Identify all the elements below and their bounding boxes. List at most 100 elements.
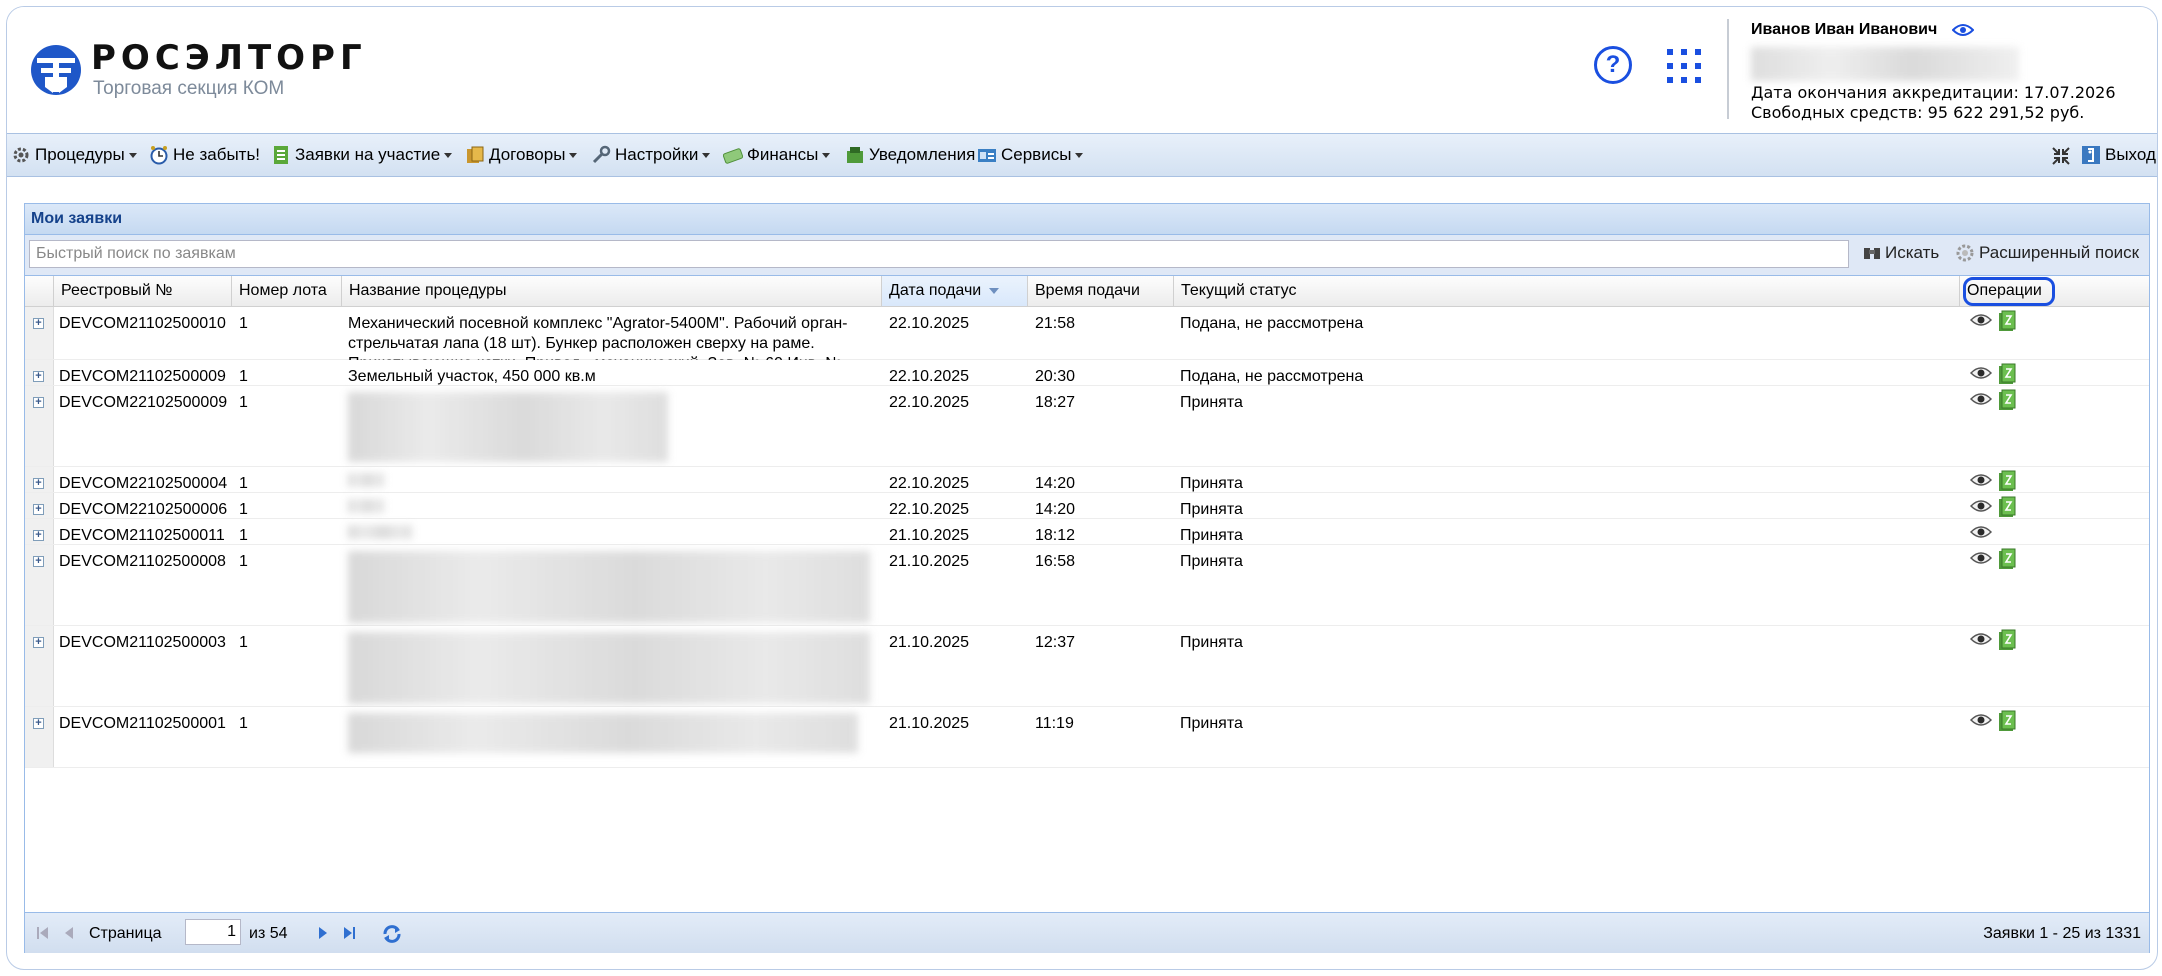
view-eye-icon[interactable] <box>1970 392 1992 406</box>
menu-reminders[interactable]: Не забыть! <box>149 144 260 166</box>
quick-search-input[interactable] <box>29 240 1849 268</box>
page-number-input[interactable] <box>185 919 241 945</box>
view-eye-icon[interactable] <box>1970 473 1992 487</box>
menu-procedures-label: Процедуры <box>35 145 125 164</box>
view-eye-icon[interactable] <box>1970 525 1992 539</box>
notification-icon <box>847 147 863 163</box>
cell-registry-number: DEVCOM22102500004 <box>59 475 228 492</box>
application-document-icon[interactable] <box>1997 548 2017 570</box>
expand-row-icon[interactable]: + <box>33 530 44 541</box>
row-marker <box>25 307 54 359</box>
menu-services[interactable]: Сервисы <box>977 144 1084 166</box>
cell-lot-number: 1 <box>239 527 248 544</box>
collapse-icon[interactable] <box>2051 146 2071 166</box>
col-procedure-name[interactable]: Название процедуры <box>341 276 881 306</box>
contracts-icon <box>467 146 484 163</box>
application-document-icon[interactable] <box>1997 629 2017 651</box>
cell-submission-date: 22.10.2025 <box>889 368 970 385</box>
view-eye-icon[interactable] <box>1970 551 1992 565</box>
expand-row-icon[interactable]: + <box>33 318 44 329</box>
cell-submission-date: 21.10.2025 <box>889 527 970 544</box>
cell-registry-number: DEVCOM21102500008 <box>59 553 226 570</box>
chevron-down-icon <box>444 152 453 158</box>
menu-settings[interactable]: Настройки <box>591 144 711 166</box>
table-row[interactable]: + DEVCOM21102500008 1 21.10.2025 16:58 Принят… <box>25 545 2149 626</box>
cell-lot-number: 1 <box>239 315 248 332</box>
menu-contracts[interactable]: Договоры <box>465 144 578 166</box>
view-eye-icon[interactable] <box>1970 313 1992 327</box>
application-document-icon[interactable] <box>1997 310 2017 332</box>
cell-submission-date: 22.10.2025 <box>889 315 970 332</box>
expand-row-icon[interactable]: + <box>33 637 44 648</box>
expand-row-icon[interactable]: + <box>33 397 44 408</box>
expand-row-icon[interactable]: + <box>33 718 44 729</box>
table-row[interactable]: + DEVCOM21102500009 1 Земельный участок, 45… <box>25 360 2149 386</box>
table-row[interactable]: + DEVCOM22102500004 1 22.10.2025 14:20 Принят… <box>25 467 2149 493</box>
table-row[interactable]: + DEVCOM21102500011 1 21.10.2025 18:12 Принят… <box>25 519 2149 545</box>
cell-lot-number: 1 <box>239 634 248 651</box>
apps-grid-icon[interactable] <box>1667 49 1703 85</box>
gear-icon <box>1956 244 1974 262</box>
view-eye-icon[interactable] <box>1970 713 1992 727</box>
menu-procedures[interactable]: Процедуры <box>11 144 137 166</box>
expand-row-icon[interactable]: + <box>33 371 44 382</box>
advanced-search-label: Расширенный поиск <box>1979 243 2140 262</box>
expand-row-icon[interactable]: + <box>33 478 44 489</box>
view-eye-icon[interactable] <box>1970 632 1992 646</box>
search-button[interactable]: Искать <box>1863 243 1939 263</box>
cell-submission-date: 21.10.2025 <box>889 715 970 732</box>
application-document-icon[interactable] <box>1997 363 2017 385</box>
col-submission-date[interactable]: Дата подачи <box>881 276 1027 306</box>
procedure-name-redacted <box>348 632 870 704</box>
show-profile-eye-icon[interactable] <box>1951 23 1974 37</box>
user-organization-redacted <box>1751 47 2019 81</box>
cell-lot-number: 1 <box>239 553 248 570</box>
next-page-icon[interactable] <box>315 925 331 941</box>
col-registry-number[interactable]: Реестровый № <box>53 276 231 306</box>
menu-settings-label: Настройки <box>615 145 699 164</box>
application-document-icon[interactable] <box>1997 389 2017 411</box>
records-summary: Заявки 1 - 25 из 1331 <box>1983 925 2141 942</box>
table-row[interactable]: + DEVCOM22102500009 1 22.10.2025 18:27 Принят… <box>25 386 2149 467</box>
menu-finance[interactable]: Финансы <box>723 144 831 166</box>
table-row[interactable]: + DEVCOM21102500001 1 21.10.2025 11:19 Принят… <box>25 707 2149 768</box>
menu-notifications[interactable]: Уведомления <box>845 144 975 166</box>
application-document-icon[interactable] <box>1997 470 2017 492</box>
cell-submission-date: 22.10.2025 <box>889 501 970 518</box>
expand-row-icon[interactable]: + <box>33 504 44 515</box>
view-eye-icon[interactable] <box>1970 499 1992 513</box>
cell-lot-number: 1 <box>239 368 248 385</box>
services-icon <box>978 149 996 162</box>
cell-status: Принята <box>1180 527 1243 544</box>
cell-lot-number: 1 <box>239 501 248 518</box>
previous-page-icon[interactable] <box>61 925 77 941</box>
available-funds: Свободных средств: 95 622 291,52 руб. <box>1751 103 2085 122</box>
last-page-icon[interactable] <box>341 925 357 941</box>
chevron-down-icon <box>822 152 831 158</box>
expand-row-icon[interactable]: + <box>33 556 44 567</box>
cell-lot-number: 1 <box>239 715 248 732</box>
application-document-icon[interactable] <box>1997 496 2017 518</box>
menu-services-label: Сервисы <box>1001 145 1072 164</box>
col-current-status[interactable]: Текущий статус <box>1173 276 1959 306</box>
cell-status: Принята <box>1180 394 1243 411</box>
procedure-name-redacted <box>348 525 412 539</box>
col-submission-time[interactable]: Время подачи <box>1027 276 1173 306</box>
table-row[interactable]: + DEVCOM21102500010 1 Механический посевной… <box>25 307 2149 392</box>
search-toolbar: Искать Расширенный поиск <box>25 235 2149 276</box>
brand-subtitle: Торговая секция КОМ <box>93 78 285 99</box>
refresh-icon[interactable] <box>381 923 403 945</box>
view-eye-icon[interactable] <box>1970 366 1992 380</box>
user-name: Иванов Иван Иванович <box>1751 21 1938 38</box>
chevron-down-icon <box>1075 152 1084 158</box>
menu-applications[interactable]: Заявки на участие <box>271 144 453 166</box>
help-icon[interactable]: ? <box>1594 46 1632 84</box>
col-lot-number[interactable]: Номер лота <box>231 276 341 306</box>
table-row[interactable]: + DEVCOM22102500006 1 22.10.2025 14:20 Принят… <box>25 493 2149 519</box>
row-marker <box>25 707 54 767</box>
exit-button[interactable]: Выход <box>2081 144 2156 166</box>
application-document-icon[interactable] <box>1997 710 2017 732</box>
first-page-icon[interactable] <box>35 925 51 941</box>
advanced-search-button[interactable]: Расширенный поиск <box>1955 243 2139 263</box>
table-row[interactable]: + DEVCOM21102500003 1 21.10.2025 12:37 Принят… <box>25 626 2149 707</box>
